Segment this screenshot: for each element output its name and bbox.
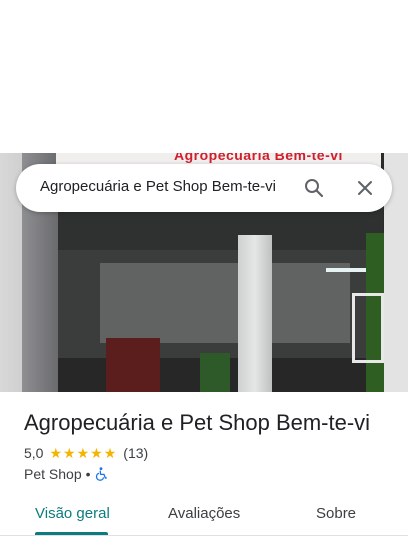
close-icon[interactable] <box>353 176 377 200</box>
photo-shelf <box>352 293 384 363</box>
place-details-screen: Agropecuária Bem-te-vi Agropecuária e Pe… <box>0 0 408 544</box>
star-icon: ★ <box>76 445 90 461</box>
photo-pillar <box>238 235 272 392</box>
photo-green-item <box>200 353 230 392</box>
star-icon: ★ <box>90 445 103 461</box>
store-sign-text: Agropecuária Bem-te-vi <box>174 153 343 163</box>
tab-reviews[interactable]: Avaliações <box>168 505 240 522</box>
search-bar[interactable]: Agropecuária e Pet Shop Bem-te-vi <box>16 164 392 212</box>
wheelchair-icon <box>95 467 108 481</box>
star-icon: ★ <box>103 445 117 461</box>
tab-overview[interactable]: Visão geral <box>35 505 110 522</box>
rating-row[interactable]: 5,0 ★ ★ ★ ★ ★ (13) <box>24 444 148 462</box>
rating-value: 5,0 <box>24 445 44 461</box>
review-count[interactable]: (13) <box>123 445 148 461</box>
place-title: Agropecuária e Pet Shop Bem-te-vi <box>24 410 371 435</box>
separator-dot: • <box>85 466 91 482</box>
photo-red-cooler <box>106 338 160 392</box>
photo-back-wall <box>100 263 350 343</box>
search-query[interactable]: Agropecuária e Pet Shop Bem-te-vi <box>40 178 276 195</box>
place-category: Pet Shop <box>24 466 82 482</box>
tab-about[interactable]: Sobre <box>316 505 356 522</box>
search-icon[interactable] <box>302 176 326 200</box>
star-icon: ★ <box>49 445 63 461</box>
tab-divider <box>0 535 408 536</box>
category-row: Pet Shop • <box>24 465 108 483</box>
star-icon: ★ <box>63 445 76 461</box>
star-rating: ★ ★ ★ ★ ★ <box>49 446 117 460</box>
